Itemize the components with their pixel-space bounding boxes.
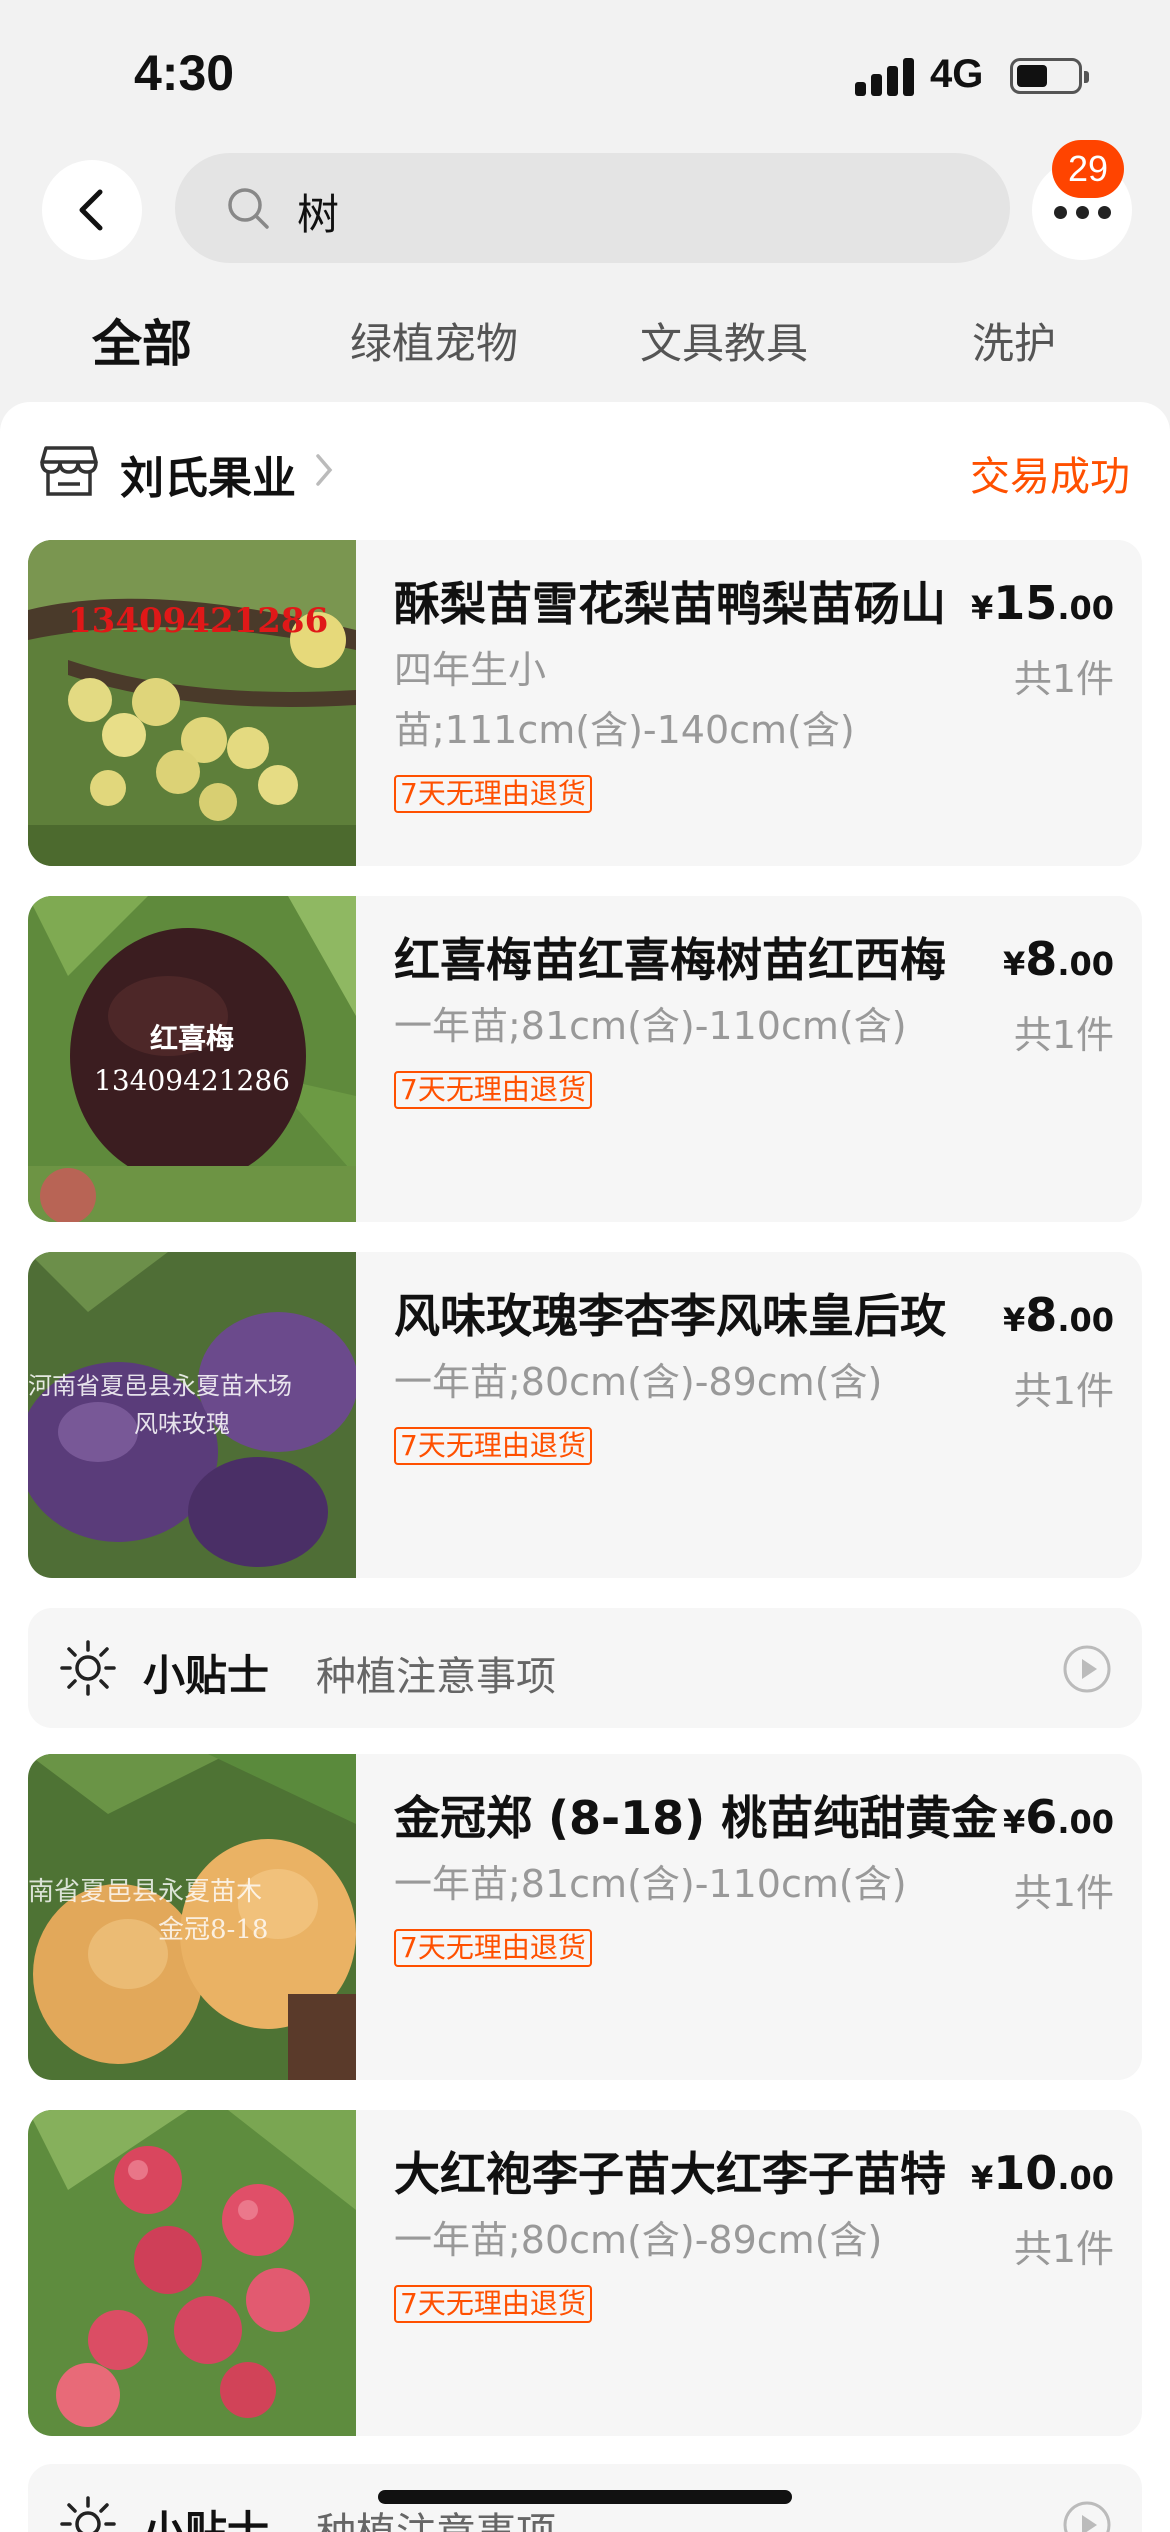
refund-badge: 7天无理由退货 [394, 1929, 592, 1967]
item-spec: 一年苗;80cm(含)-89cm(含) 7天无理由退货 [394, 1352, 974, 1472]
more-dots-icon [1054, 206, 1112, 220]
status-time: 4:30 [134, 45, 235, 101]
item-quantity: 共1件 [1013, 1369, 1114, 1413]
category-tabs: 全部 绿植宠物 文具教具 洗护 [0, 310, 1170, 390]
message-badge: 29 [1052, 140, 1124, 198]
product-image[interactable]: 南省夏邑县永夏苗木 金冠8-18 [28, 1754, 356, 2080]
back-button[interactable] [42, 160, 142, 260]
home-indicator[interactable] [378, 2490, 792, 2504]
item-price: ¥8.00 [1003, 932, 1114, 986]
item-quantity: 共1件 [1013, 1013, 1114, 1057]
image-watermark: 河南省夏邑县永夏苗木场 [28, 1372, 292, 1400]
status-bar: 4:30 4G [0, 0, 1170, 150]
order-status: 交易成功 [970, 454, 1130, 500]
image-watermark: 红喜梅 [150, 1022, 234, 1055]
shop-header[interactable]: 刘氏果业 交易成功 [0, 402, 1170, 537]
item-title[interactable]: 金冠郑 (8-18) 桃苗纯甜黄金 [394, 1782, 1004, 1848]
tab-all[interactable]: 全部 [92, 304, 192, 376]
product-image[interactable]: 13409421286 [28, 540, 356, 866]
tip-label: 小贴士 [143, 2507, 270, 2532]
item-price: ¥6.00 [1003, 1790, 1114, 1844]
network-type: 4G [930, 52, 984, 96]
item-price: ¥8.00 [1003, 1288, 1114, 1342]
order-item[interactable]: 河南省夏邑县永夏苗木场 风味玫瑰 风味玫瑰李杏李风味皇后玫 ¥8.00 共1件 … [28, 1252, 1142, 1578]
image-watermark: 13409421286 [68, 601, 328, 641]
refund-badge: 7天无理由退货 [394, 775, 592, 813]
tip-text: 种植注意事项 [316, 2500, 556, 2532]
item-quantity: 共1件 [1013, 657, 1114, 701]
tip-label: 小贴士 [143, 1651, 270, 1700]
refund-badge: 7天无理由退货 [394, 1427, 592, 1465]
order-item[interactable]: 南省夏邑县永夏苗木 金冠8-18 金冠郑 (8-18) 桃苗纯甜黄金 ¥6.00… [28, 1754, 1142, 2080]
image-watermark: 13409421286 [94, 1064, 290, 1097]
lightbulb-icon [60, 1640, 116, 1696]
order-item[interactable]: 大红袍李子苗大红李子苗特 ¥10.00 共1件 一年苗;80cm(含)-89cm… [28, 2110, 1142, 2436]
item-spec: 一年苗;81cm(含)-110cm(含) 7天无理由退货 [394, 996, 974, 1116]
tip-row[interactable]: 小贴士 种植注意事项 [28, 1608, 1142, 1728]
item-price: ¥10.00 [971, 2146, 1114, 2200]
product-image[interactable]: 红喜梅 13409421286 [28, 896, 356, 1222]
image-watermark: 风味玫瑰 [134, 1410, 230, 1438]
product-image[interactable] [28, 2110, 356, 2436]
tip-text: 种植注意事项 [316, 1654, 556, 1700]
battery-icon [1010, 58, 1089, 94]
item-spec: 一年苗;80cm(含)-89cm(含) 7天无理由退货 [394, 2210, 974, 2330]
image-watermark: 南省夏邑县永夏苗木 [28, 1877, 262, 1907]
shop-name[interactable]: 刘氏果业 [120, 442, 296, 506]
item-quantity: 共1件 [1013, 2227, 1114, 2271]
tab-plants-pets[interactable]: 绿植宠物 [350, 310, 518, 371]
image-watermark: 金冠8-18 [158, 1915, 268, 1945]
play-icon[interactable] [1062, 1644, 1112, 1694]
play-icon[interactable] [1062, 2500, 1112, 2532]
store-icon [40, 446, 98, 496]
item-spec: 一年苗;81cm(含)-110cm(含) 7天无理由退货 [394, 1854, 974, 1974]
refund-badge: 7天无理由退货 [394, 1071, 592, 1109]
search-input[interactable]: 树 [175, 153, 1010, 263]
chevron-right-icon [316, 454, 333, 486]
item-spec: 四年生小苗;111cm(含)-140cm(含) 7天无理由退货 [394, 640, 874, 820]
signal-icon [855, 56, 915, 96]
search-query: 树 [297, 190, 340, 239]
chevron-left-icon [79, 189, 103, 231]
order-card: 刘氏果业 交易成功 13409421286 酥梨苗雪花梨苗鸭梨苗砀山 ¥15.0… [0, 402, 1170, 2532]
tab-care[interactable]: 洗护 [972, 310, 1056, 371]
product-image[interactable]: 河南省夏邑县永夏苗木场 风味玫瑰 [28, 1252, 356, 1578]
search-icon [228, 188, 269, 229]
item-title[interactable]: 酥梨苗雪花梨苗鸭梨苗砀山 [394, 568, 1004, 634]
order-item[interactable]: 红喜梅 13409421286 红喜梅苗红喜梅树苗红西梅 ¥8.00 共1件 一… [28, 896, 1142, 1222]
item-title[interactable]: 红喜梅苗红喜梅树苗红西梅 [394, 924, 1004, 990]
item-quantity: 共1件 [1013, 1871, 1114, 1915]
lightbulb-icon [60, 2496, 116, 2532]
refund-badge: 7天无理由退货 [394, 2285, 592, 2323]
item-title[interactable]: 风味玫瑰李杏李风味皇后玫 [394, 1280, 1004, 1346]
item-title[interactable]: 大红袍李子苗大红李子苗特 [394, 2138, 1004, 2204]
item-price: ¥15.00 [971, 576, 1114, 630]
tab-stationery[interactable]: 文具教具 [640, 310, 808, 371]
order-item[interactable]: 13409421286 酥梨苗雪花梨苗鸭梨苗砀山 ¥15.00 共1件 四年生小… [28, 540, 1142, 866]
